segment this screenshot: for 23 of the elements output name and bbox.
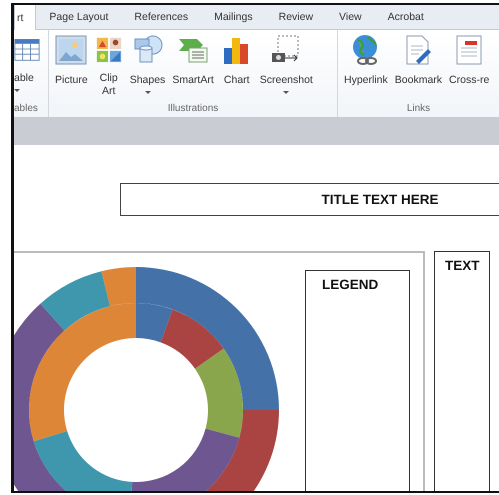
ribbon-button[interactable]: Bookmark [392,30,444,103]
ribbon-button[interactable]: Clip Art [92,30,125,103]
ribbon-button[interactable]: Cross-re [447,30,492,103]
ribbon-tab[interactable]: Page Layout [36,5,122,29]
group-label: Links [406,103,432,116]
ribbon-tab[interactable]: References [121,5,202,29]
ribbon-tab[interactable]: Acrobat [374,5,437,29]
group-label: ables [14,103,39,116]
ribbon-button[interactable]: Chart [218,30,255,103]
ribbon-tab[interactable]: Mailings [201,5,266,29]
legend-title: LEGEND [321,276,378,292]
ribbon-tab[interactable]: rt [14,5,36,30]
ribbon-button[interactable]: Hyperlink [342,30,390,103]
text-box-title: TEXT [444,257,480,273]
ribbon-button[interactable]: Shapes [128,30,168,103]
ribbon-button[interactable]: Screenshot [258,30,315,103]
ribbon-button[interactable]: Picture [53,30,90,103]
group-label: Illustrations [166,103,220,116]
ribbon-button[interactable]: able [14,30,42,103]
ribbon-button[interactable]: SmartArt [170,30,216,103]
ribbon-tab[interactable]: Review [266,5,326,29]
title-text-box: TITLE TEXT HERE [120,183,499,216]
ribbon-tab[interactable]: View [326,5,375,29]
